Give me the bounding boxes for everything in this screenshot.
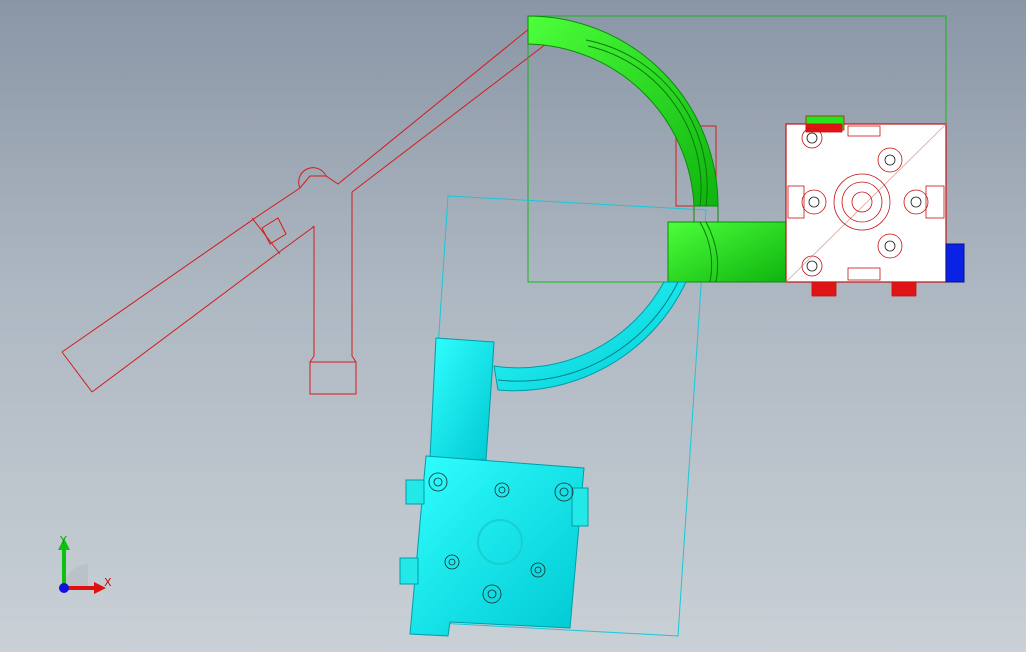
y-axis-label: Y — [59, 534, 67, 547]
green-hose-part[interactable] — [527, 15, 787, 283]
coordinate-triad: Y X — [58, 534, 112, 594]
valve-block-part[interactable] — [785, 115, 965, 297]
blue-tab — [945, 243, 965, 283]
z-axis-dot — [59, 583, 69, 593]
x-axis-label: X — [104, 576, 112, 589]
cyan-hose-part[interactable] — [399, 281, 687, 637]
cad-viewport[interactable] — [0, 0, 1026, 652]
